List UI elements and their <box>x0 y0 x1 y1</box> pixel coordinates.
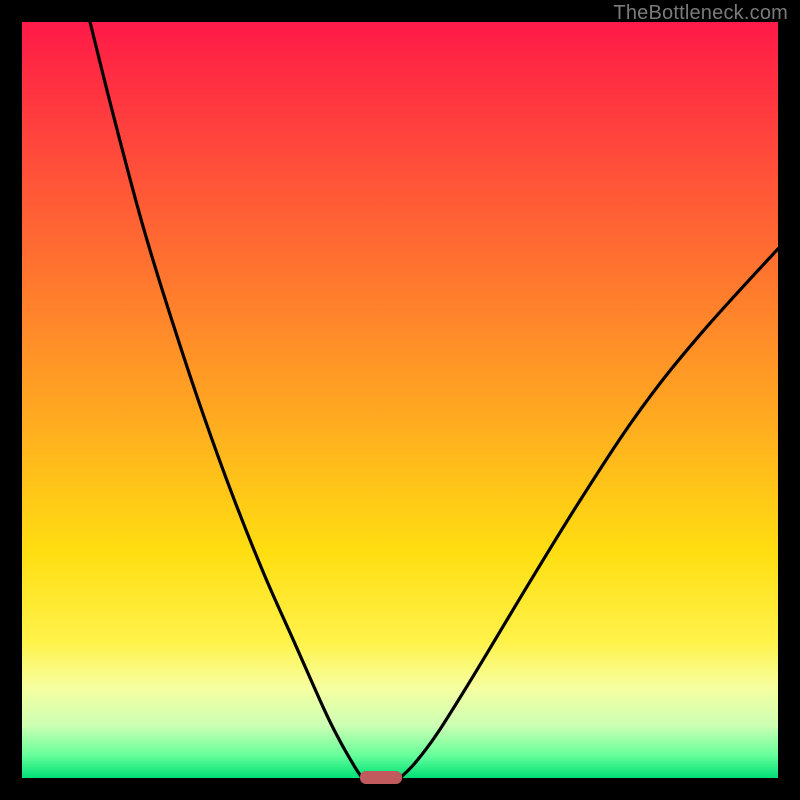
left-curve <box>90 22 362 778</box>
right-curve <box>400 249 778 778</box>
bottleneck-marker <box>360 771 402 784</box>
watermark-text: TheBottleneck.com <box>613 2 788 25</box>
curve-layer <box>22 22 778 778</box>
plot-area <box>22 22 778 778</box>
chart-frame: TheBottleneck.com <box>0 0 800 800</box>
